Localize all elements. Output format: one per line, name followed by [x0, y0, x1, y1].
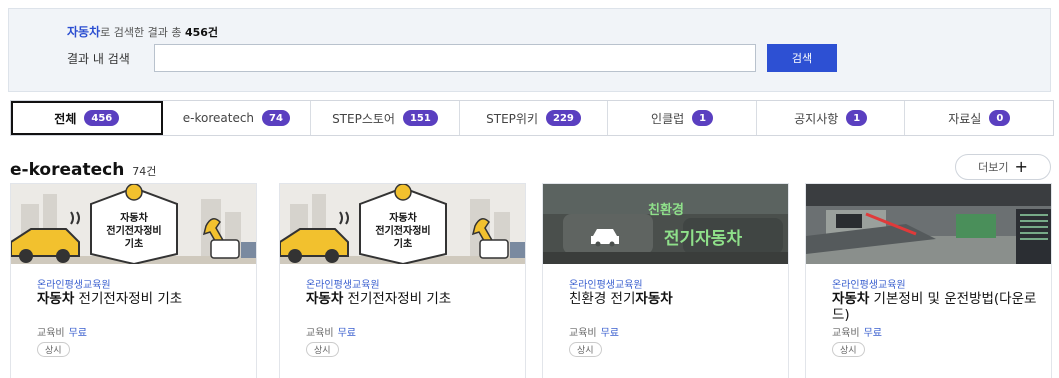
course-org: 온라인평생교육원 — [832, 280, 906, 291]
title-keyword: 자동차 — [635, 291, 673, 307]
tab-label: e-koreatech — [182, 111, 255, 125]
course-thumbnail — [806, 184, 1051, 264]
fee-label: 교육비 — [832, 328, 860, 339]
summary-keyword: 자동차 — [67, 25, 101, 39]
more-button[interactable]: 더보기 + — [955, 154, 1051, 180]
course-org: 온라인평생교육원 — [569, 280, 643, 291]
course-org: 온라인평생교육원 — [306, 280, 380, 291]
status-tag: 상시 — [37, 342, 70, 357]
search-button[interactable]: 검색 — [767, 44, 837, 72]
fee-label: 교육비 — [569, 328, 597, 339]
plus-icon: + — [1014, 157, 1028, 176]
fee-label: 교육비 — [306, 328, 334, 339]
thumb-text-3: 기초 — [394, 237, 412, 250]
more-button-label: 더보기 — [978, 161, 1009, 174]
search-summary: 자동차로 검색한 결과 총 456건 — [67, 23, 218, 40]
tab-count-badge: 229 — [546, 110, 581, 126]
section-title-text: e-koreatech — [10, 160, 125, 180]
fee-value: 무료 — [600, 328, 620, 339]
tab-label: 공지사항 — [794, 111, 839, 126]
course-thumbnail: 친환경 전기자동차 — [543, 184, 788, 264]
category-tabs: 전체 456 e-koreatech 74 STEP스토어 151 STEP위키… — [10, 100, 1054, 136]
course-title[interactable]: 자동차 전기전자정비 기초 — [306, 291, 516, 307]
course-card[interactable]: 자동차 전기전자정비 기초 온라인평생교육원 자동차 전기전자정비 기초 교육비… — [10, 183, 257, 378]
course-title[interactable]: 자동차 기본정비 및 운전방법(다운로드) — [832, 291, 1042, 323]
tab-e-koreatech[interactable]: e-koreatech 74 — [162, 101, 312, 135]
title-keyword: 자동차 — [832, 291, 870, 307]
course-thumbnail: 자동차 전기전자정비 기초 — [11, 184, 256, 264]
thumb-text-1: 자동차 — [389, 211, 417, 224]
tab-count-badge: 151 — [402, 110, 438, 126]
title-keyword: 자동차 — [37, 291, 75, 307]
status-tag: 상시 — [569, 342, 602, 357]
course-thumbnail: 자동차 전기전자정비 기초 — [280, 184, 525, 264]
thumb-text-1: 친환경 — [648, 202, 684, 218]
tab-label: STEP스토어 — [332, 111, 395, 126]
course-title[interactable]: 자동차 전기전자정비 기초 — [37, 291, 247, 307]
tab-count-badge: 0 — [989, 110, 1011, 126]
summary-count: 456건 — [184, 26, 219, 39]
course-org: 온라인평생교육원 — [37, 280, 111, 291]
tab-label: STEP위키 — [486, 111, 539, 126]
title-prefix: 친환경 전기 — [569, 291, 636, 307]
tab-inclub[interactable]: 인클럽 1 — [608, 101, 757, 135]
course-fee: 교육비 무료 — [832, 324, 882, 339]
course-title[interactable]: 친환경 전기자동차 — [569, 291, 779, 307]
thumb-text-2: 전기자동차 — [664, 229, 743, 249]
course-fee: 교육비 무료 — [569, 324, 619, 339]
course-fee: 교육비 무료 — [306, 324, 356, 339]
thumb-text-3: 기초 — [125, 237, 143, 250]
fee-value: 무료 — [68, 328, 88, 339]
tab-step-store[interactable]: STEP스토어 151 — [311, 101, 460, 135]
tab-all[interactable]: 전체 456 — [11, 101, 163, 135]
thumb-text-1: 자동차 — [120, 211, 148, 224]
section-title: e-koreatech 74건 — [10, 160, 156, 180]
tab-count-badge: 74 — [262, 110, 290, 126]
tab-archive[interactable]: 자료실 0 — [905, 101, 1054, 135]
fee-value: 무료 — [863, 328, 883, 339]
title-keyword: 자동차 — [306, 291, 344, 307]
title-rest: 전기전자정비 기초 — [74, 291, 183, 307]
search-within-input[interactable] — [154, 44, 756, 72]
tab-label: 인클럽 — [651, 111, 685, 126]
thumb-text-2: 전기전자정비 — [375, 224, 430, 237]
status-tag: 상시 — [832, 342, 865, 357]
thumb-text-2: 전기전자정비 — [106, 224, 161, 237]
section-count: 74건 — [132, 165, 157, 178]
tab-label: 전체 — [54, 111, 77, 126]
tab-notice[interactable]: 공지사항 1 — [756, 101, 906, 135]
tab-step-wiki[interactable]: STEP위키 229 — [459, 101, 609, 135]
tab-count-badge: 456 — [84, 110, 120, 126]
search-within-label: 결과 내 검색 — [67, 52, 130, 66]
course-card[interactable]: 자동차 전기전자정비 기초 온라인평생교육원 자동차 전기전자정비 기초 교육비… — [279, 183, 526, 378]
course-card[interactable]: 온라인평생교육원 자동차 기본정비 및 운전방법(다운로드) 교육비 무료 상시 — [805, 183, 1052, 378]
summary-text: 로 검색한 결과 총 — [100, 26, 185, 39]
fee-label: 교육비 — [37, 328, 65, 339]
course-fee: 교육비 무료 — [37, 324, 87, 339]
title-rest: 전기전자정비 기초 — [343, 291, 452, 307]
status-tag: 상시 — [306, 342, 339, 357]
fee-value: 무료 — [337, 328, 357, 339]
tab-label: 자료실 — [948, 111, 982, 126]
tab-count-badge: 1 — [846, 110, 868, 126]
search-panel: 자동차로 검색한 결과 총 456건 결과 내 검색 검색 — [8, 8, 1051, 92]
tab-count-badge: 1 — [692, 110, 714, 126]
course-card[interactable]: 친환경 전기자동차 온라인평생교육원 친환경 전기자동차 교육비 무료 상시 — [542, 183, 789, 378]
